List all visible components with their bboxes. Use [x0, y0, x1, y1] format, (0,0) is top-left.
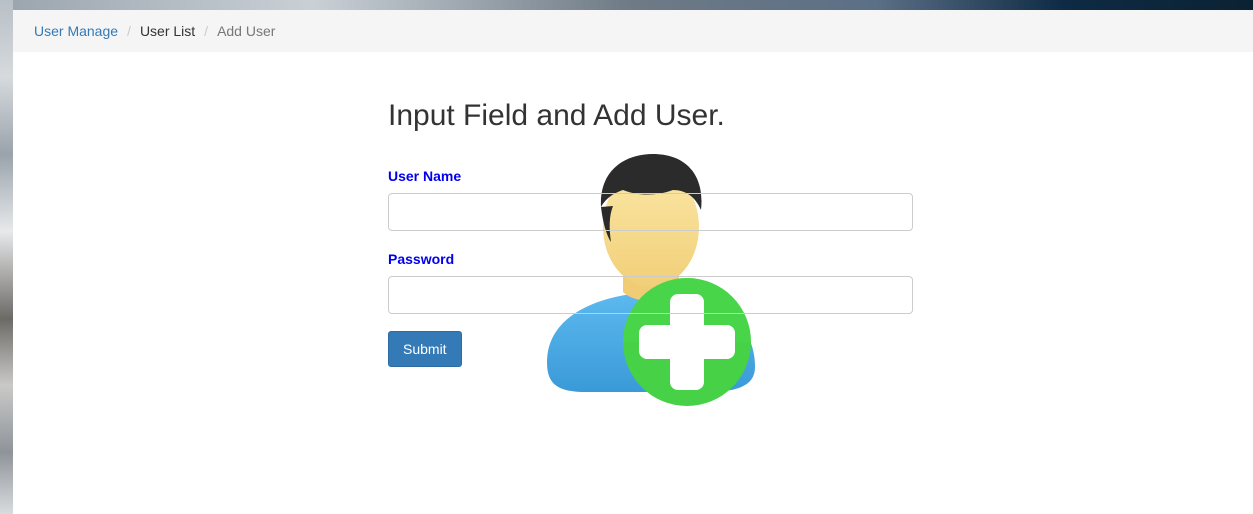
background-left-strip — [0, 0, 13, 514]
page: User Manage / User List / Add User Input… — [13, 10, 1253, 514]
breadcrumb-separator: / — [127, 23, 131, 39]
username-input[interactable] — [388, 193, 913, 231]
breadcrumb: User Manage / User List / Add User — [13, 10, 1253, 52]
submit-button[interactable]: Submit — [388, 331, 462, 367]
breadcrumb-separator: / — [204, 23, 209, 39]
password-label: Password — [388, 251, 455, 267]
add-user-form: Input Field and Add User. User Name Pass… — [388, 88, 913, 406]
username-label: User Name — [388, 168, 462, 184]
form-title: Input Field and Add User. — [388, 99, 725, 132]
password-group: Password — [388, 251, 913, 314]
background-top-strip — [0, 0, 1253, 10]
password-input[interactable] — [388, 276, 913, 314]
breadcrumb-add-user: Add User — [217, 23, 276, 39]
breadcrumb-user-list[interactable]: User List — [140, 23, 195, 39]
breadcrumb-user-manage[interactable]: User Manage — [34, 23, 118, 39]
username-group: User Name — [388, 168, 913, 231]
